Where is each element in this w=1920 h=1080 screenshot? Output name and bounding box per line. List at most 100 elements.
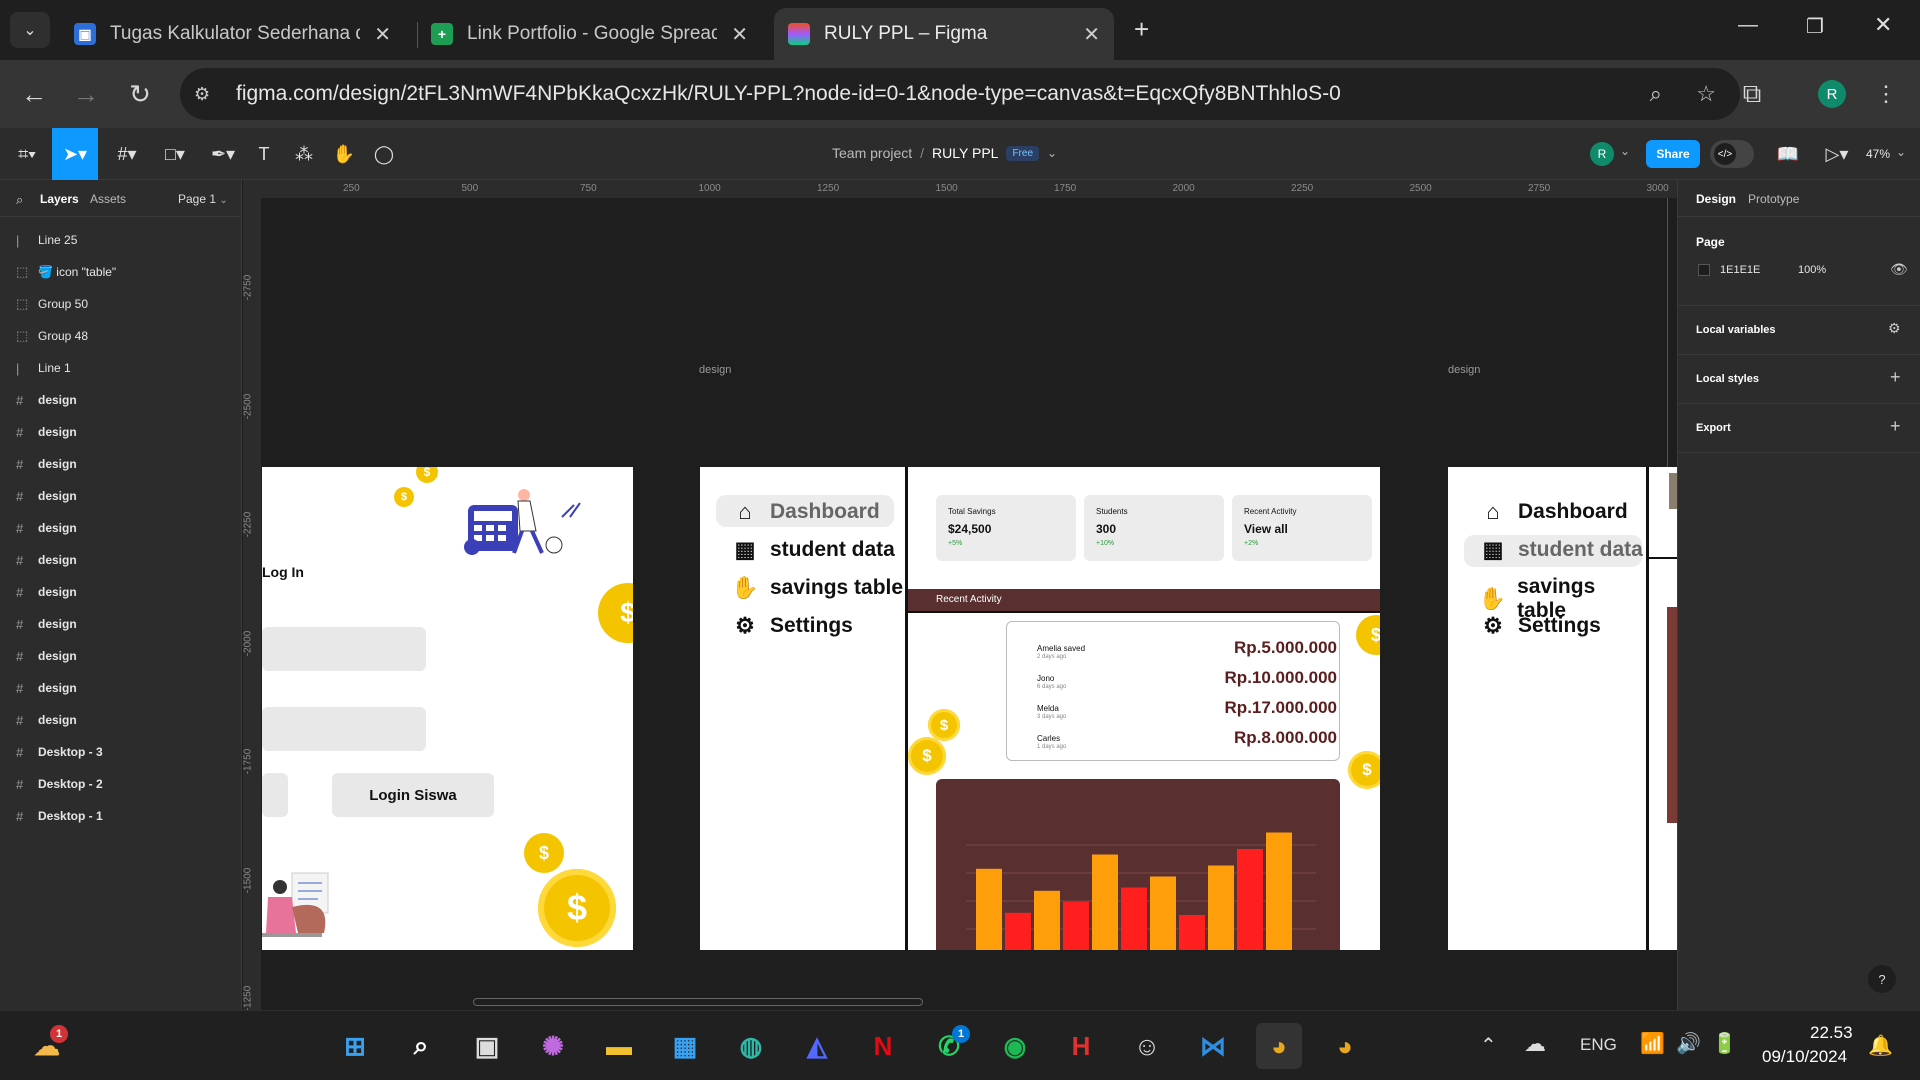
browser-tab-1[interactable]: ▣ Tugas Kalkulator Sederhana dengan ✕ [60, 8, 405, 60]
layer-row[interactable]: | Line 1 [0, 352, 240, 384]
horizontal-scrollbar[interactable] [473, 998, 923, 1006]
student-data-main-frame[interactable] [1649, 467, 1677, 950]
zoom-level[interactable]: 47% [1866, 147, 1890, 161]
password-input[interactable] [262, 707, 426, 751]
task-view-icon[interactable]: ▣ [464, 1023, 510, 1069]
file-explorer-icon[interactable]: ▬ [596, 1023, 642, 1069]
nav-item-settings[interactable]: ⚙ Settings [1478, 613, 1601, 639]
nav-item-dashboard[interactable]: ⌂ Dashboard [1478, 499, 1627, 525]
chrome-icon[interactable]: ◕ [1322, 1023, 1368, 1069]
local-variables-section[interactable]: Local variables ⚙ [1678, 306, 1920, 355]
layer-row[interactable]: # design [0, 672, 240, 704]
main-menu-icon[interactable]: ⌗▾ [10, 138, 44, 170]
browser-tab-3[interactable]: RULY PPL – Figma ✕ [774, 8, 1114, 60]
user-avatar[interactable]: R [1590, 142, 1614, 166]
dashboard-sidebar-frame[interactable]: ⌂ Dashboard ▦ student data ✋ savings table ⚙ Se… [700, 467, 905, 950]
variables-settings-icon[interactable]: ⚙ [1888, 320, 1901, 337]
eye-icon[interactable]: 👁 [1890, 261, 1908, 278]
reload-icon[interactable]: ↻ [124, 78, 156, 110]
new-tab-button[interactable]: + [1134, 14, 1149, 45]
login-guru-button[interactable] [262, 773, 288, 817]
layer-row[interactable]: # design [0, 576, 240, 608]
dev-mode-toggle[interactable]: </> [1710, 140, 1754, 168]
file-name[interactable]: RULY PPL [932, 145, 998, 161]
weather-icon[interactable]: ☁ 1 [24, 1023, 70, 1069]
layer-row[interactable]: # design [0, 480, 240, 512]
nav-item-settings[interactable]: ⚙ Settings [730, 613, 853, 639]
emoji-app-icon[interactable]: ☺ [1124, 1023, 1170, 1069]
close-tab-icon[interactable]: ✕ [731, 22, 748, 47]
chevron-down-icon[interactable]: ⌄ [1620, 144, 1630, 158]
layer-row[interactable]: # design [0, 544, 240, 576]
wifi-icon[interactable]: 📶 [1640, 1031, 1665, 1056]
page-selector[interactable]: Page 1 ⌄ [178, 192, 228, 206]
forward-icon[interactable]: → [70, 78, 102, 110]
layer-row[interactable]: # design [0, 448, 240, 480]
extensions-icon[interactable]: ⧉ [1736, 78, 1768, 110]
zoom-icon[interactable]: ⌕ [1650, 81, 1662, 107]
layer-row[interactable]: # Desktop - 2 [0, 768, 240, 800]
frame-label[interactable]: design [699, 364, 731, 376]
page-color-value[interactable]: 1E1E1E [1720, 264, 1760, 276]
library-icon[interactable]: 📖 [1776, 138, 1800, 170]
tray-overflow-icon[interactable]: ⌃ [1480, 1033, 1497, 1058]
export-section[interactable]: Export + [1678, 404, 1920, 453]
team-link[interactable]: Team project [832, 145, 912, 161]
chevron-down-icon[interactable]: ⌄ [1047, 146, 1057, 160]
local-styles-section[interactable]: Local styles + [1678, 355, 1920, 404]
layer-row[interactable]: # Desktop - 3 [0, 736, 240, 768]
pen-tool-icon[interactable]: ✒▾ [206, 138, 240, 170]
layer-row[interactable]: # design [0, 384, 240, 416]
layer-row[interactable]: ⬚ Group 48 [0, 320, 240, 352]
help-button[interactable]: ? [1868, 965, 1896, 993]
share-button[interactable]: Share [1646, 140, 1700, 168]
edge-icon[interactable]: ◍ [728, 1023, 774, 1069]
layer-row[interactable]: # design [0, 416, 240, 448]
tab-assets[interactable]: Assets [90, 192, 126, 206]
restore-icon[interactable]: ❐ [1806, 14, 1824, 39]
vscode-icon[interactable]: ⋈ [1190, 1023, 1236, 1069]
frame-tool-icon[interactable]: #▾ [110, 138, 144, 170]
copilot-icon[interactable]: ✺ [530, 1023, 576, 1069]
chevron-down-icon[interactable]: ⌄ [1896, 145, 1906, 159]
resources-icon[interactable]: ⁂ [292, 138, 316, 170]
layer-row[interactable]: # design [0, 512, 240, 544]
clock-date[interactable]: 09/10/2024 [1762, 1047, 1847, 1067]
search-icon[interactable]: ⌕ [398, 1023, 444, 1069]
bookmark-star-icon[interactable]: ☆ [1696, 81, 1716, 107]
add-style-icon[interactable]: + [1890, 367, 1901, 388]
nav-item-student-data[interactable]: ▦ student data [1478, 537, 1643, 563]
whatsapp-icon[interactable]: ✆ 1 [926, 1023, 972, 1069]
microsoft-store-icon[interactable]: ▦ [662, 1023, 708, 1069]
chrome-profile-icon[interactable]: ◕ [1256, 1023, 1302, 1069]
language-indicator[interactable]: ENG [1580, 1035, 1617, 1055]
volume-icon[interactable]: 🔊 [1676, 1031, 1701, 1056]
login-frame[interactable]: $ $ Log In $ Login Siswa $ $ [262, 467, 633, 950]
layer-row[interactable]: # design [0, 608, 240, 640]
app-icon[interactable]: ◭ [794, 1023, 840, 1069]
login-siswa-button[interactable]: Login Siswa [332, 773, 494, 817]
spotify-icon[interactable]: ◉ [992, 1023, 1038, 1069]
nav-item-dashboard[interactable]: ⌂ Dashboard [730, 499, 879, 525]
layer-row[interactable]: # design [0, 704, 240, 736]
layer-row[interactable]: # design [0, 640, 240, 672]
move-tool-icon[interactable]: ➤▾ [52, 128, 98, 180]
shape-tool-icon[interactable]: □▾ [158, 138, 192, 170]
layer-row[interactable]: | Line 25 [0, 224, 240, 256]
close-tab-icon[interactable]: ✕ [374, 22, 391, 47]
nav-item-student-data[interactable]: ▦ student data [730, 537, 895, 563]
page-color-swatch[interactable] [1698, 264, 1710, 276]
stat-card[interactable]: Total Savings $24,500 +5% [936, 495, 1076, 561]
notification-bell-icon[interactable]: 🔔 [1868, 1033, 1893, 1058]
netflix-icon[interactable]: N [860, 1023, 906, 1069]
layer-row[interactable]: ⬚ Group 50 [0, 288, 240, 320]
close-window-icon[interactable]: ✕ [1874, 12, 1892, 38]
browser-tab-2[interactable]: + Link Portfolio - Google Spreadsheet ✕ [417, 8, 762, 60]
search-icon[interactable]: ⌕ [16, 192, 23, 208]
text-tool-icon[interactable]: T [252, 138, 276, 170]
canvas[interactable]: $ $ Log In $ Login Siswa $ $ design desi… [261, 198, 1677, 1010]
page-opacity-value[interactable]: 100% [1798, 264, 1826, 276]
start-icon[interactable]: ⊞ [332, 1023, 378, 1069]
present-icon[interactable]: ▷▾ [1822, 138, 1852, 170]
frame-label[interactable]: design [1448, 364, 1480, 376]
